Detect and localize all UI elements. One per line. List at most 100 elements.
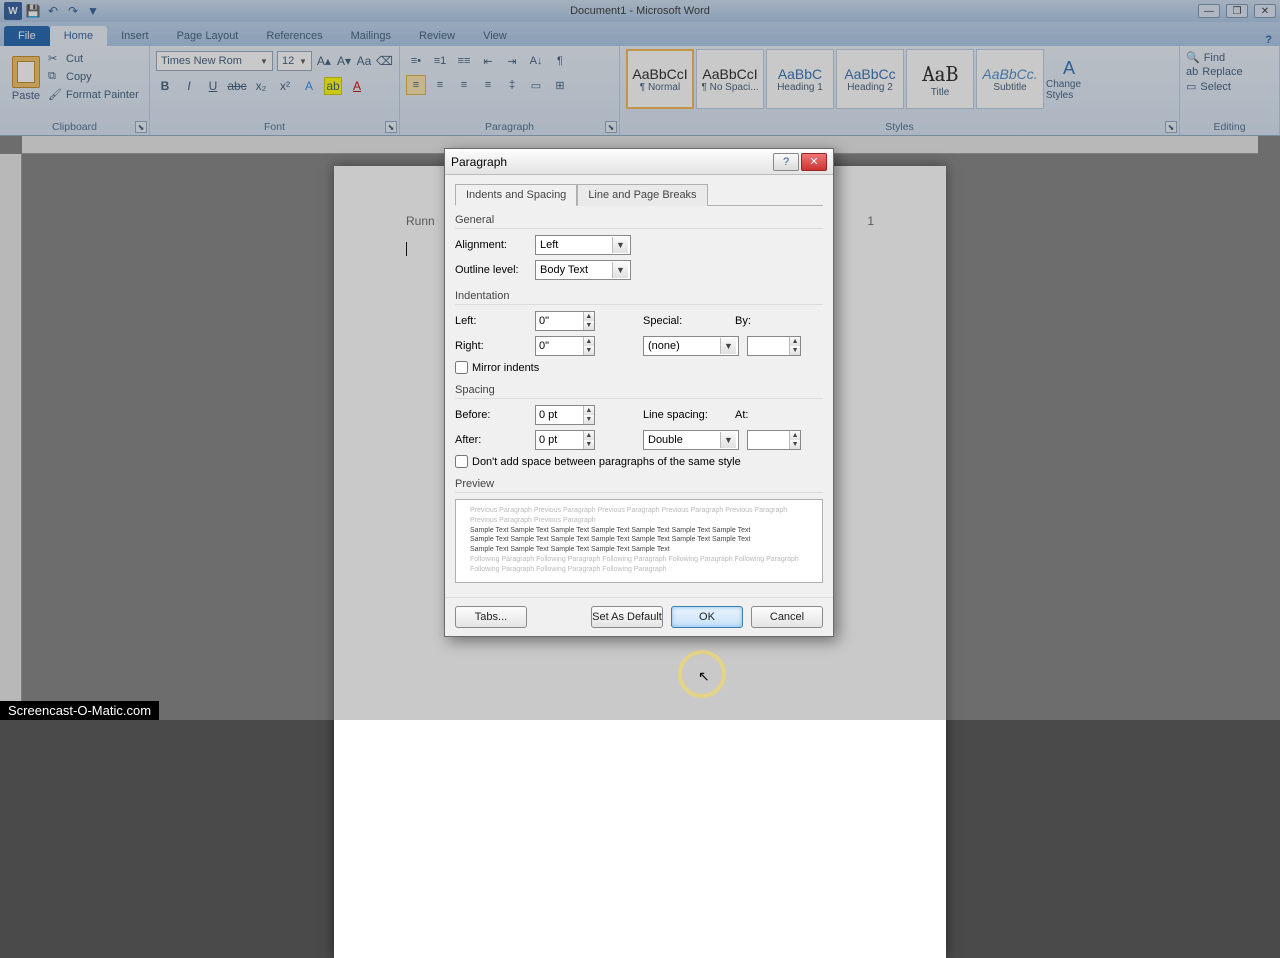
outline-combo[interactable]: Body Text▼ <box>535 260 631 280</box>
dialog-close-button[interactable]: ✕ <box>801 153 827 171</box>
header-page-number: 1 <box>867 214 874 228</box>
by-spin[interactable]: ▲▼ <box>747 336 801 356</box>
close-button[interactable]: ✕ <box>1254 4 1276 18</box>
section-spacing: Spacing Before: ▲▼ Line spacing: At: Aft… <box>455 384 823 468</box>
font-label: Font <box>156 121 393 135</box>
tab-page-layout[interactable]: Page Layout <box>163 26 253 46</box>
highlight-icon[interactable]: ab <box>324 77 342 95</box>
paste-button[interactable]: Paste <box>6 49 46 109</box>
group-editing: 🔍Find abReplace ▭Select Editing <box>1180 46 1280 135</box>
find-icon: 🔍 <box>1186 51 1200 64</box>
qat-dropdown-icon[interactable]: ▼ <box>84 2 102 20</box>
format-painter-button[interactable]: 🖌Format Painter <box>46 87 141 103</box>
copy-button[interactable]: ⧉Copy <box>46 69 141 85</box>
header-left: Runn <box>406 214 435 228</box>
mirror-checkbox[interactable] <box>455 361 468 374</box>
cut-button[interactable]: ✂Cut <box>46 51 141 67</box>
italic-button[interactable]: I <box>180 77 198 95</box>
tab-references[interactable]: References <box>252 26 336 46</box>
style-normal[interactable]: AaBbCcI¶ Normal <box>626 49 694 109</box>
tab-insert[interactable]: Insert <box>107 26 163 46</box>
replace-button[interactable]: abReplace <box>1186 66 1273 78</box>
minimize-button[interactable]: — <box>1198 4 1220 18</box>
copy-icon: ⧉ <box>48 70 62 84</box>
change-case-icon[interactable]: Aa <box>356 52 372 70</box>
style-heading1[interactable]: AaBbCHeading 1 <box>766 49 834 109</box>
window-title: Document1 - Microsoft Word <box>570 5 710 17</box>
font-name-combo[interactable]: Times New Rom▼ <box>156 51 273 71</box>
tabs-button[interactable]: Tabs... <box>455 606 527 628</box>
paragraph-launcher[interactable]: ⬊ <box>605 121 617 133</box>
cancel-button[interactable]: Cancel <box>751 606 823 628</box>
numbering-icon[interactable]: ≡1 <box>430 51 450 71</box>
find-button[interactable]: 🔍Find <box>1186 51 1273 64</box>
subscript-button[interactable]: x₂ <box>252 77 270 95</box>
style-no-spacing[interactable]: AaBbCcI¶ No Spaci... <box>696 49 764 109</box>
shading-icon[interactable]: ▭ <box>526 75 546 95</box>
group-styles: AaBbCcI¶ Normal AaBbCcI¶ No Spaci... AaB… <box>620 46 1180 135</box>
justify-icon[interactable]: ≡ <box>478 75 498 95</box>
tab-indents-spacing[interactable]: Indents and Spacing <box>455 184 577 206</box>
superscript-button[interactable]: x² <box>276 77 294 95</box>
shrink-font-icon[interactable]: A▾ <box>336 52 352 70</box>
clipboard-launcher[interactable]: ⬊ <box>135 121 147 133</box>
strike-button[interactable]: abc <box>228 77 246 95</box>
tab-home[interactable]: Home <box>50 26 107 46</box>
line-spacing-combo[interactable]: Double▼ <box>643 430 739 450</box>
style-subtitle[interactable]: AaBbCc.Subtitle <box>976 49 1044 109</box>
redo-icon[interactable]: ↷ <box>64 2 82 20</box>
styles-launcher[interactable]: ⬊ <box>1165 121 1177 133</box>
file-tab[interactable]: File <box>4 26 50 46</box>
align-right-icon[interactable]: ≡ <box>454 75 474 95</box>
indent-left-spin[interactable]: ▲▼ <box>535 311 595 331</box>
font-color-icon[interactable]: A <box>348 77 366 95</box>
tab-review[interactable]: Review <box>405 26 469 46</box>
maximize-button[interactable]: ❐ <box>1226 4 1248 18</box>
style-heading2[interactable]: AaBbCcHeading 2 <box>836 49 904 109</box>
font-launcher[interactable]: ⬊ <box>385 121 397 133</box>
preview-box: Previous Paragraph Previous Paragraph Pr… <box>455 499 823 583</box>
grow-font-icon[interactable]: A▴ <box>316 52 332 70</box>
indent-right-spin[interactable]: ▲▼ <box>535 336 595 356</box>
mirror-label: Mirror indents <box>472 362 539 374</box>
save-icon[interactable]: 💾 <box>24 2 42 20</box>
align-left-icon[interactable]: ≡ <box>406 75 426 95</box>
increase-indent-icon[interactable]: ⇥ <box>502 51 522 71</box>
tab-view[interactable]: View <box>469 26 521 46</box>
font-size-combo[interactable]: 12▼ <box>277 51 312 71</box>
group-paragraph: ≡• ≡1 ≡≡ ⇤ ⇥ A↓ ¶ ≡ ≡ ≡ ≡ ‡ ▭ ⊞ Paragrap… <box>400 46 620 135</box>
decrease-indent-icon[interactable]: ⇤ <box>478 51 498 71</box>
alignment-combo[interactable]: Left▼ <box>535 235 631 255</box>
tab-mailings[interactable]: Mailings <box>337 26 405 46</box>
align-center-icon[interactable]: ≡ <box>430 75 450 95</box>
multilevel-icon[interactable]: ≡≡ <box>454 51 474 71</box>
bullets-icon[interactable]: ≡• <box>406 51 426 71</box>
text-effects-icon[interactable]: A <box>300 77 318 95</box>
style-title[interactable]: AaBTitle <box>906 49 974 109</box>
dont-add-checkbox[interactable] <box>455 455 468 468</box>
set-default-button[interactable]: Set As Default <box>591 606 663 628</box>
group-clipboard: Paste ✂Cut ⧉Copy 🖌Format Painter Clipboa… <box>0 46 150 135</box>
dialog-help-button[interactable]: ? <box>773 153 799 171</box>
dialog-titlebar[interactable]: Paragraph ? ✕ <box>445 149 833 175</box>
change-styles-button[interactable]: AChange Styles <box>1046 49 1092 109</box>
borders-icon[interactable]: ⊞ <box>550 75 570 95</box>
select-button[interactable]: ▭Select <box>1186 80 1273 93</box>
paste-icon <box>12 56 40 88</box>
before-spin[interactable]: ▲▼ <box>535 405 595 425</box>
bold-button[interactable]: B <box>156 77 174 95</box>
tab-line-page-breaks[interactable]: Line and Page Breaks <box>577 184 707 206</box>
sort-icon[interactable]: A↓ <box>526 51 546 71</box>
special-combo[interactable]: (none)▼ <box>643 336 739 356</box>
show-marks-icon[interactable]: ¶ <box>550 51 570 71</box>
help-icon[interactable]: ? <box>1265 34 1272 46</box>
special-label: Special: <box>643 315 727 327</box>
underline-button[interactable]: U <box>204 77 222 95</box>
clear-formatting-icon[interactable]: ⌫ <box>376 52 393 70</box>
cursor-caret <box>406 242 407 256</box>
at-spin[interactable]: ▲▼ <box>747 430 801 450</box>
ok-button[interactable]: OK <box>671 606 743 628</box>
undo-icon[interactable]: ↶ <box>44 2 62 20</box>
after-spin[interactable]: ▲▼ <box>535 430 595 450</box>
line-spacing-icon[interactable]: ‡ <box>502 75 522 95</box>
